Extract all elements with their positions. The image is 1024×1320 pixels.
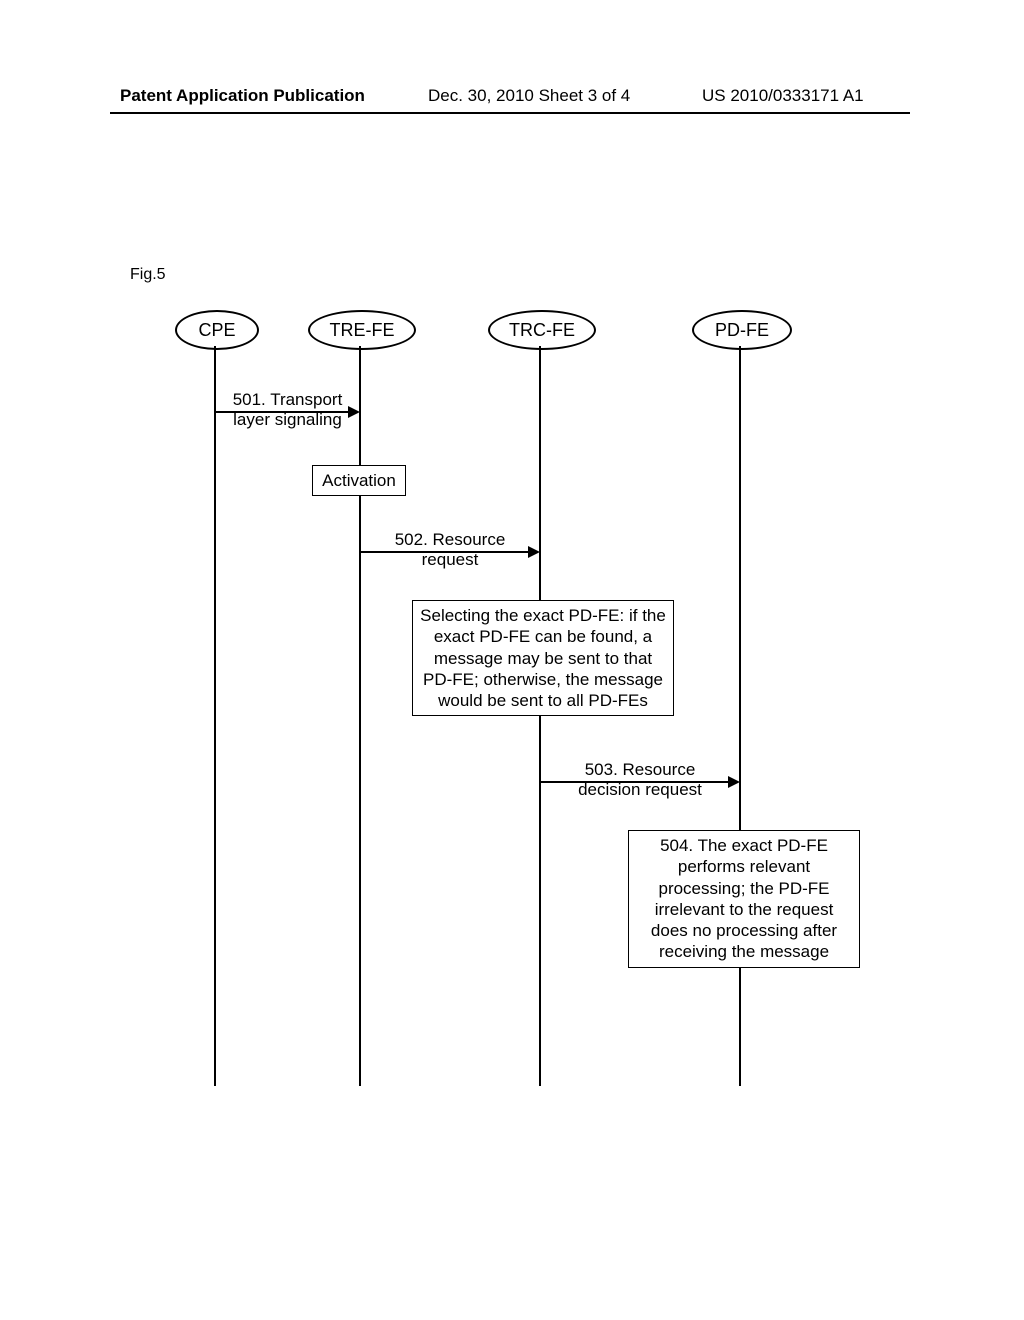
lifeline-cpe bbox=[214, 346, 216, 1086]
note-select-pdfe: Selecting the exact PD-FE: if the exact … bbox=[412, 600, 674, 716]
sequence-diagram: CPE TRE-FE TRC-FE PD-FE 501. Transport l… bbox=[120, 310, 880, 1090]
msg-503-label: 503. Resource decision request bbox=[540, 760, 740, 800]
actor-cpe: CPE bbox=[175, 310, 259, 350]
note-activation: Activation bbox=[312, 465, 406, 496]
header-rule bbox=[110, 112, 910, 114]
lifeline-pd-fe bbox=[739, 346, 741, 1086]
msg-501-label: 501. Transport layer signaling bbox=[215, 390, 360, 430]
note-504-process: 504. The exact PD-FE performs relevant p… bbox=[628, 830, 860, 968]
header-publication: Patent Application Publication bbox=[120, 86, 365, 106]
arrow-502 bbox=[360, 551, 528, 553]
arrow-501 bbox=[215, 411, 348, 413]
page: Patent Application Publication Dec. 30, … bbox=[0, 0, 1024, 1320]
msg-501: 501. Transport layer signaling bbox=[215, 390, 360, 430]
msg-502-label: 502. Resource request bbox=[360, 530, 540, 570]
actor-trc-fe: TRC-FE bbox=[488, 310, 596, 350]
figure-label: Fig.5 bbox=[130, 266, 166, 284]
arrow-503 bbox=[540, 781, 728, 783]
actor-pd-fe: PD-FE bbox=[692, 310, 792, 350]
arrow-501-head bbox=[348, 406, 360, 418]
header-date-sheet: Dec. 30, 2010 Sheet 3 of 4 bbox=[428, 86, 630, 106]
arrow-503-head bbox=[728, 776, 740, 788]
msg-502: 502. Resource request bbox=[360, 530, 540, 570]
arrow-502-head bbox=[528, 546, 540, 558]
lifeline-tre-fe bbox=[359, 346, 361, 1086]
msg-503: 503. Resource decision request bbox=[540, 760, 740, 800]
header-doc-number: US 2010/0333171 A1 bbox=[702, 86, 864, 106]
actor-tre-fe: TRE-FE bbox=[308, 310, 416, 350]
